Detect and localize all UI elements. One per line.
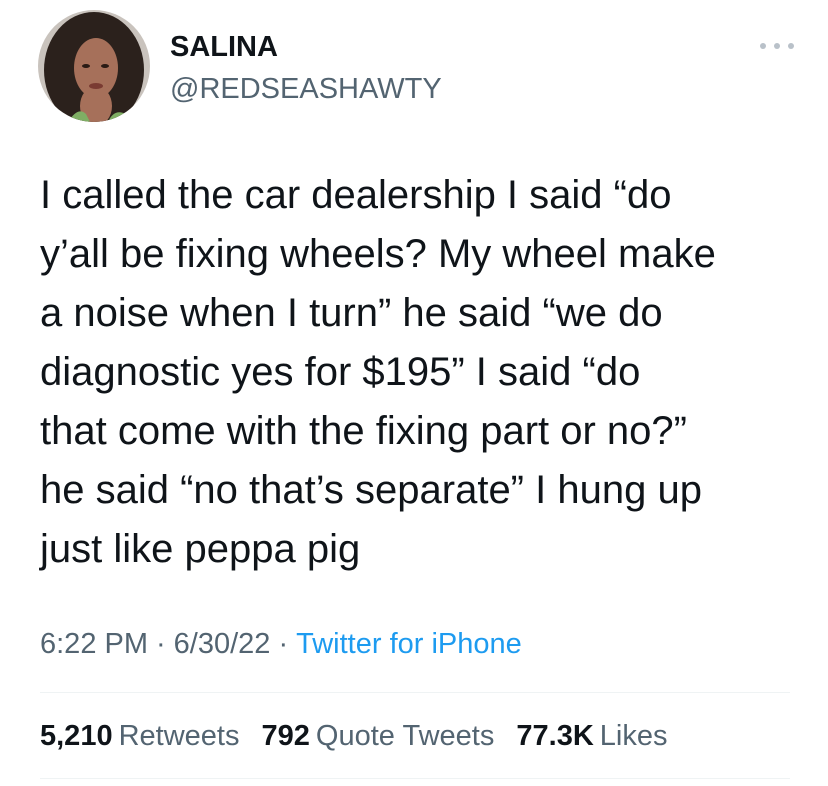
separator: · <box>278 628 289 660</box>
avatar-image <box>38 10 150 122</box>
likes-stat[interactable]: 77.3K Likes <box>516 716 667 756</box>
tweet-metadata: 6:22 PM · 6/30/22 · Twitter for iPhone <box>40 624 522 664</box>
dot <box>788 43 794 49</box>
more-horizontal-icon[interactable] <box>760 36 794 56</box>
likes-label: Likes <box>599 720 668 752</box>
dot <box>760 43 766 49</box>
tweet-text: I called the car dealership I said “do y… <box>40 173 716 571</box>
divider <box>40 778 790 779</box>
quote-tweets-label: Quote Tweets <box>315 720 495 752</box>
retweets-stat[interactable]: 5,210 Retweets <box>40 716 239 756</box>
divider <box>40 692 790 693</box>
tweet-date[interactable]: 6/30/22 <box>174 628 271 660</box>
tweet-source-link[interactable]: Twitter for iPhone <box>296 628 522 660</box>
avatar[interactable] <box>38 10 150 122</box>
user-handle[interactable]: @REDSEASHAWTY <box>170 72 442 106</box>
retweets-label: Retweets <box>118 720 240 752</box>
quote-tweets-stat[interactable]: 792 Quote Tweets <box>262 716 495 756</box>
tweet-time[interactable]: 6:22 PM <box>40 628 148 660</box>
quote-tweets-count: 792 <box>261 720 310 752</box>
engagement-stats: 5,210 Retweets 792 Quote Tweets 77.3K Likes <box>40 716 681 756</box>
display-name[interactable]: SALINA <box>170 30 278 64</box>
separator: · <box>156 628 166 660</box>
dot <box>774 43 780 49</box>
retweets-count: 5,210 <box>40 720 113 752</box>
likes-count: 77.3K <box>516 720 594 752</box>
